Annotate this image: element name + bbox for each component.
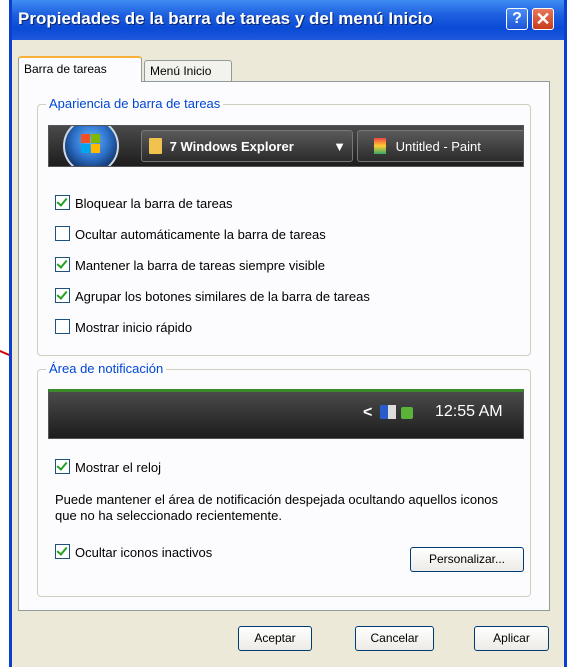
option-quick-launch[interactable]: Mostrar inicio rápido — [55, 319, 192, 337]
taskbar-item-label: 7 Windows Explorer — [169, 139, 294, 154]
paint-icon — [374, 138, 386, 154]
tab-panel: Apariencia de barra de tareas 7 Windows … — [18, 81, 550, 611]
option-hide-inactive[interactable]: Ocultar iconos inactivos — [55, 544, 212, 562]
option-label: Bloquear la barra de tareas — [75, 196, 233, 211]
group-title-appearance: Apariencia de barra de tareas — [46, 96, 224, 111]
checkbox-icon[interactable] — [55, 459, 70, 474]
folder-icon — [149, 138, 162, 154]
security-icon — [401, 407, 413, 419]
apply-button[interactable]: Aplicar — [474, 626, 549, 651]
checkbox-icon[interactable] — [55, 544, 70, 559]
notification-description: Puede mantener el área de notificación d… — [55, 492, 499, 523]
checkbox-icon[interactable] — [55, 319, 70, 334]
option-label: Ocultar automáticamente la barra de tare… — [75, 227, 326, 242]
taskbar-item-label: Untitled - Paint — [395, 139, 481, 154]
tab-barra-de-tareas[interactable]: Barra de tareas — [18, 56, 142, 82]
checkbox-icon[interactable] — [55, 288, 70, 303]
help-button[interactable]: ? — [506, 8, 528, 30]
option-lock-taskbar[interactable]: Bloquear la barra de tareas — [55, 195, 233, 213]
properties-dialog: Propiedades de la barra de tareas y del … — [9, 0, 567, 667]
option-label: Mostrar el reloj — [75, 460, 161, 475]
notification-preview: < 12:55 AM — [48, 389, 524, 439]
checkbox-icon[interactable] — [55, 226, 70, 241]
taskbar-preview: 7 Windows Explorer ▼ Untitled - Paint — [48, 125, 524, 167]
window-title: Propiedades de la barra de tareas y del … — [18, 9, 433, 28]
ok-button[interactable]: Aceptar — [238, 626, 312, 651]
checkbox-icon[interactable] — [55, 195, 70, 210]
customize-button[interactable]: Personalizar... — [410, 547, 524, 572]
option-keep-on-top[interactable]: Mantener la barra de tareas siempre visi… — [55, 257, 325, 275]
start-orb-icon — [63, 126, 119, 166]
taskbar-item-paint: Untitled - Paint — [357, 130, 523, 162]
chevron-left-icon: < — [363, 404, 373, 421]
option-label: Ocultar iconos inactivos — [75, 545, 213, 560]
option-label: Mantener la barra de tareas siempre visi… — [75, 258, 326, 273]
title-bar[interactable]: Propiedades de la barra de tareas y del … — [12, 0, 564, 40]
cancel-button[interactable]: Cancelar — [355, 626, 434, 651]
option-group-buttons[interactable]: Agrupar los botones similares de la barr… — [55, 288, 370, 306]
clock-time: 12:55 AM — [435, 403, 503, 420]
group-title-notification: Área de notificación — [46, 361, 167, 376]
option-auto-hide[interactable]: Ocultar automáticamente la barra de tare… — [55, 226, 326, 244]
taskbar-item-explorer: 7 Windows Explorer ▼ — [141, 130, 353, 162]
taskbar-appearance-group: Apariencia de barra de tareas 7 Windows … — [37, 96, 531, 356]
option-label: Agrupar los botones similares de la barr… — [75, 289, 370, 304]
dropdown-arrow-icon: ▼ — [333, 139, 346, 154]
windows-flag-icon — [81, 134, 101, 154]
option-label: Mostrar inicio rápido — [75, 320, 193, 335]
notification-area-group: Área de notificación < 12:55 AM Mostrar … — [37, 361, 531, 597]
tab-menu-inicio[interactable]: Menú Inicio — [144, 60, 232, 81]
network-icon — [380, 405, 396, 419]
checkbox-icon[interactable] — [55, 257, 70, 272]
close-button[interactable]: ✕ — [532, 8, 554, 30]
option-show-clock[interactable]: Mostrar el reloj — [55, 459, 161, 477]
